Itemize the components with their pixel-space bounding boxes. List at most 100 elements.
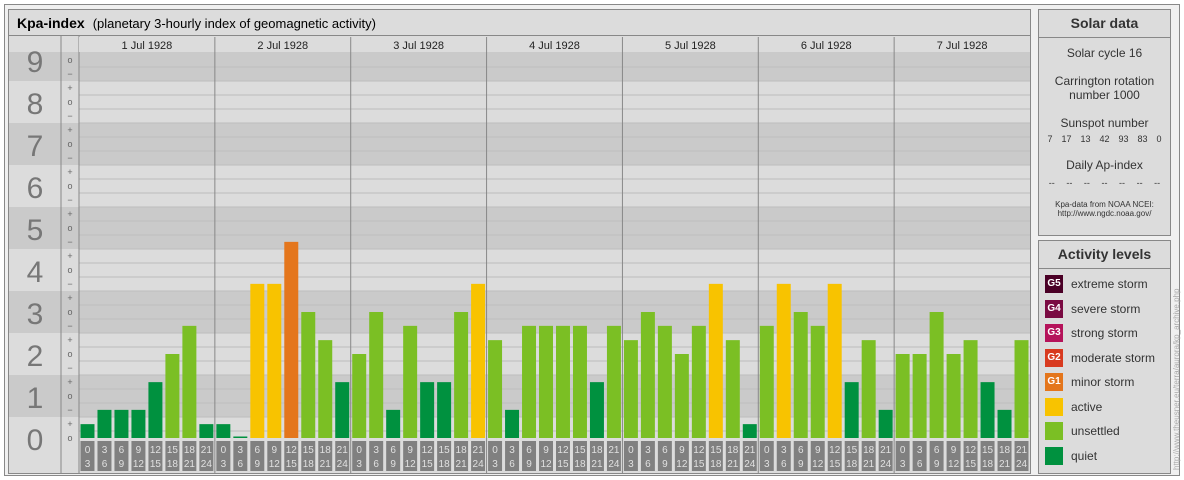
interval-start: 21 xyxy=(880,445,892,456)
interval-start: 9 xyxy=(543,445,549,456)
y-tick-label: 7 xyxy=(27,130,44,163)
y-tick-label: 9 xyxy=(27,46,44,79)
kp-bar xyxy=(250,283,265,438)
legend-item: G2 moderate storm xyxy=(1039,346,1170,371)
kp-bar xyxy=(946,354,961,438)
kp-bar xyxy=(759,325,774,438)
y-subtick-label: − xyxy=(67,279,72,289)
sunspot-value: 17 xyxy=(1061,134,1072,144)
interval-end: 18 xyxy=(439,459,451,470)
band xyxy=(9,249,1030,291)
interval-start: 9 xyxy=(815,445,821,456)
sunspot-value: 42 xyxy=(1099,134,1110,144)
y-subtick-label: + xyxy=(67,167,72,177)
y-subtick-label: + xyxy=(67,293,72,303)
legend-swatch: G5 xyxy=(1045,275,1063,294)
legend-label: strong storm xyxy=(1071,326,1138,341)
interval-start: 21 xyxy=(473,445,485,456)
y-subtick-label: o xyxy=(67,307,72,317)
interval-end: 15 xyxy=(422,459,434,470)
kp-bar xyxy=(148,382,163,438)
ap-value: -- xyxy=(1136,178,1143,188)
interval-end: 6 xyxy=(781,459,787,470)
interval-start: 3 xyxy=(509,445,515,456)
y-subtick-label: − xyxy=(67,195,72,205)
interval-start: 6 xyxy=(390,445,396,456)
interval-start: 18 xyxy=(320,445,332,456)
kp-bar xyxy=(233,436,248,438)
sunspot-value: 93 xyxy=(1118,134,1129,144)
interval-end: 15 xyxy=(150,459,162,470)
interval-end: 21 xyxy=(184,459,196,470)
kp-bar xyxy=(182,325,197,438)
interval-start: 18 xyxy=(591,445,603,456)
kp-bar xyxy=(488,340,503,438)
legend-item: active xyxy=(1039,395,1170,420)
interval-end: 15 xyxy=(693,459,705,470)
interval-end: 12 xyxy=(676,459,688,470)
kp-bar xyxy=(776,283,791,438)
y-tick-label: 6 xyxy=(27,172,44,205)
y-tick-label: 4 xyxy=(27,256,44,289)
interval-end: 9 xyxy=(255,459,261,470)
kp-bar xyxy=(403,325,418,438)
kp-bar xyxy=(471,283,486,438)
kp-bar xyxy=(572,325,587,438)
kp-bar xyxy=(912,354,927,438)
kp-bar xyxy=(657,325,672,438)
source-link[interactable]: http://www.ngdc.noaa.gov/ xyxy=(1039,209,1170,218)
interval-start: 12 xyxy=(557,445,569,456)
ap-value: -- xyxy=(1066,178,1073,188)
interval-end: 3 xyxy=(628,459,634,470)
day-label: 4 Jul 1928 xyxy=(529,40,580,52)
legend-item: unsettled xyxy=(1039,419,1170,444)
interval-end: 18 xyxy=(303,459,315,470)
interval-start: 3 xyxy=(102,445,108,456)
interval-start: 9 xyxy=(679,445,685,456)
interval-start: 21 xyxy=(1016,445,1028,456)
sunspot-label: Sunspot number xyxy=(1060,116,1149,130)
interval-end: 21 xyxy=(591,459,603,470)
credit-url[interactable]: http://www.theusner.eu/terra/aurora/kp_a… xyxy=(1172,289,1181,470)
kp-bar xyxy=(335,382,350,438)
activity-levels-panel: Activity levels G5 extreme storm G4 severe … xyxy=(1038,240,1171,474)
interval-end: 15 xyxy=(829,459,841,470)
interval-end: 6 xyxy=(645,459,651,470)
interval-end: 24 xyxy=(1016,459,1028,470)
interval-start: 9 xyxy=(136,445,142,456)
y-tick-label: 2 xyxy=(27,340,44,373)
y-subtick-label: − xyxy=(67,111,72,121)
y-tick-label: 1 xyxy=(27,382,44,415)
kp-bar xyxy=(623,340,638,438)
carrington-line2: number 1000 xyxy=(1069,88,1140,102)
kp-bar xyxy=(793,312,808,438)
kp-bar xyxy=(708,283,723,438)
interval-start: 15 xyxy=(710,445,722,456)
kp-bar xyxy=(199,424,214,438)
interval-end: 12 xyxy=(948,459,960,470)
interval-start: 6 xyxy=(119,445,125,456)
y-tick-label: 5 xyxy=(27,214,44,247)
interval-end: 6 xyxy=(917,459,923,470)
day-label: 5 Jul 1928 xyxy=(665,40,716,52)
y-subtick-label: + xyxy=(67,125,72,135)
legend-label: moderate storm xyxy=(1071,350,1156,365)
kp-bar xyxy=(589,382,604,438)
legend-item: G3 strong storm xyxy=(1039,321,1170,346)
y-subtick-label: o xyxy=(67,391,72,401)
kp-bar xyxy=(420,382,435,438)
band xyxy=(9,291,1030,333)
interval-end: 3 xyxy=(900,459,906,470)
carrington-line1: Carrington rotation xyxy=(1054,74,1155,88)
interval-end: 24 xyxy=(744,459,756,470)
y-tick-label: 3 xyxy=(27,298,44,331)
interval-end: 21 xyxy=(727,459,739,470)
day-label: 1 Jul 1928 xyxy=(122,40,173,52)
legend-label: quiet xyxy=(1071,448,1098,463)
interval-end: 18 xyxy=(167,459,179,470)
kp-bar xyxy=(369,312,384,438)
activity-levels-title: Activity levels xyxy=(1039,241,1170,269)
kp-chart: 0 o +1 o + − 2 o + − 3 o + − 4 o + − 5 o + − 6 o + − 7 o + − 8 o + − 9 o − 1 … xyxy=(9,36,1030,473)
interval-start: 12 xyxy=(422,445,434,456)
solar-data-title: Solar data xyxy=(1039,10,1170,38)
